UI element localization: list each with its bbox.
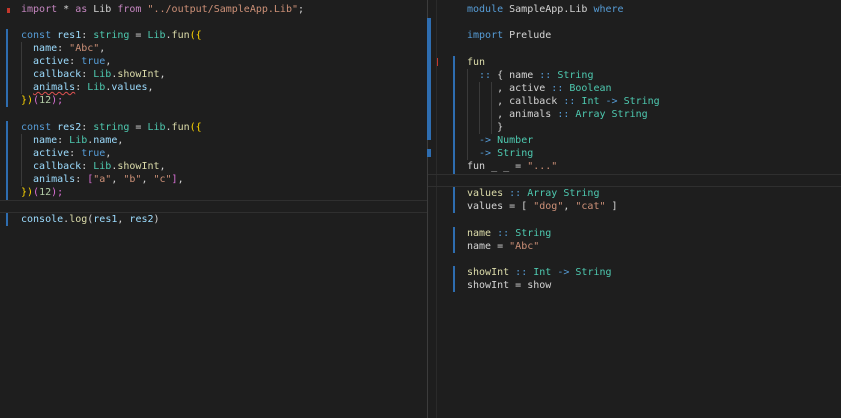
code-line-sig-active[interactable]: , active :: Boolean	[428, 82, 841, 95]
code-line-values-sig[interactable]: values :: Array String	[428, 187, 841, 200]
code-line-res2-name[interactable]: name: Lib.name,	[0, 134, 427, 147]
code-line-fun-name[interactable]: fun	[428, 56, 841, 69]
code-line-res2-close[interactable]: })(12);	[0, 186, 427, 199]
code-line-ret-number[interactable]: -> Number	[428, 134, 841, 147]
code-line-res1-close[interactable]: })(12);	[0, 94, 427, 107]
code-line-values-def[interactable]: values = [ "dog", "cat" ]	[428, 200, 841, 213]
code-line-showint-sig[interactable]: showInt :: Int -> String	[428, 266, 841, 279]
code-line-name-sig[interactable]: name :: String	[428, 227, 841, 240]
code-line-fun-def[interactable]: fun _ _ = "..."	[428, 160, 841, 173]
code-line-module[interactable]: module SampleApp.Lib where	[428, 3, 841, 16]
right-editor-pane[interactable]: module SampleApp.Lib where import Prelud…	[428, 0, 841, 418]
code-line-res2-decl[interactable]: const res2: string = Lib.fun({	[0, 121, 427, 134]
cell-separator	[428, 174, 841, 175]
code-line-sig-name[interactable]: :: { name :: String	[428, 69, 841, 82]
code-line-res1-decl[interactable]: const res1: string = Lib.fun({	[0, 29, 427, 42]
code-line-res2-callback[interactable]: callback: Lib.showInt,	[0, 160, 427, 173]
code-line-sig-animals[interactable]: , animals :: Array String	[428, 108, 841, 121]
left-editor-pane[interactable]: import * as Lib from "../output/SampleAp…	[0, 0, 427, 418]
code-line-import[interactable]: import * as Lib from "../output/SampleAp…	[0, 3, 427, 16]
code-line-console-log[interactable]: console.log(res1, res2)	[0, 213, 427, 226]
code-line-res2-animals[interactable]: animals: ["a", "b", "c"],	[0, 173, 427, 186]
code-line-res1-animals[interactable]: animals: Lib.values,	[0, 81, 427, 94]
error-squiggle: animals	[33, 82, 76, 93]
code-line-res1-name[interactable]: name: "Abc",	[0, 42, 427, 55]
cell-separator	[0, 200, 427, 201]
code-line-res1-callback[interactable]: callback: Lib.showInt,	[0, 68, 427, 81]
code-line-ret-string[interactable]: -> String	[428, 147, 841, 160]
code-line-import[interactable]: import Prelude	[428, 29, 841, 42]
code-line-res2-active[interactable]: active: true,	[0, 147, 427, 160]
code-line-name-def[interactable]: name = "Abc"	[428, 240, 841, 253]
code-line-sig-callback[interactable]: , callback :: Int -> String	[428, 95, 841, 108]
code-line-res1-active[interactable]: active: true,	[0, 55, 427, 68]
code-line-showint-def[interactable]: showInt = show	[428, 279, 841, 292]
code-line-sig-close[interactable]: }	[428, 121, 841, 134]
